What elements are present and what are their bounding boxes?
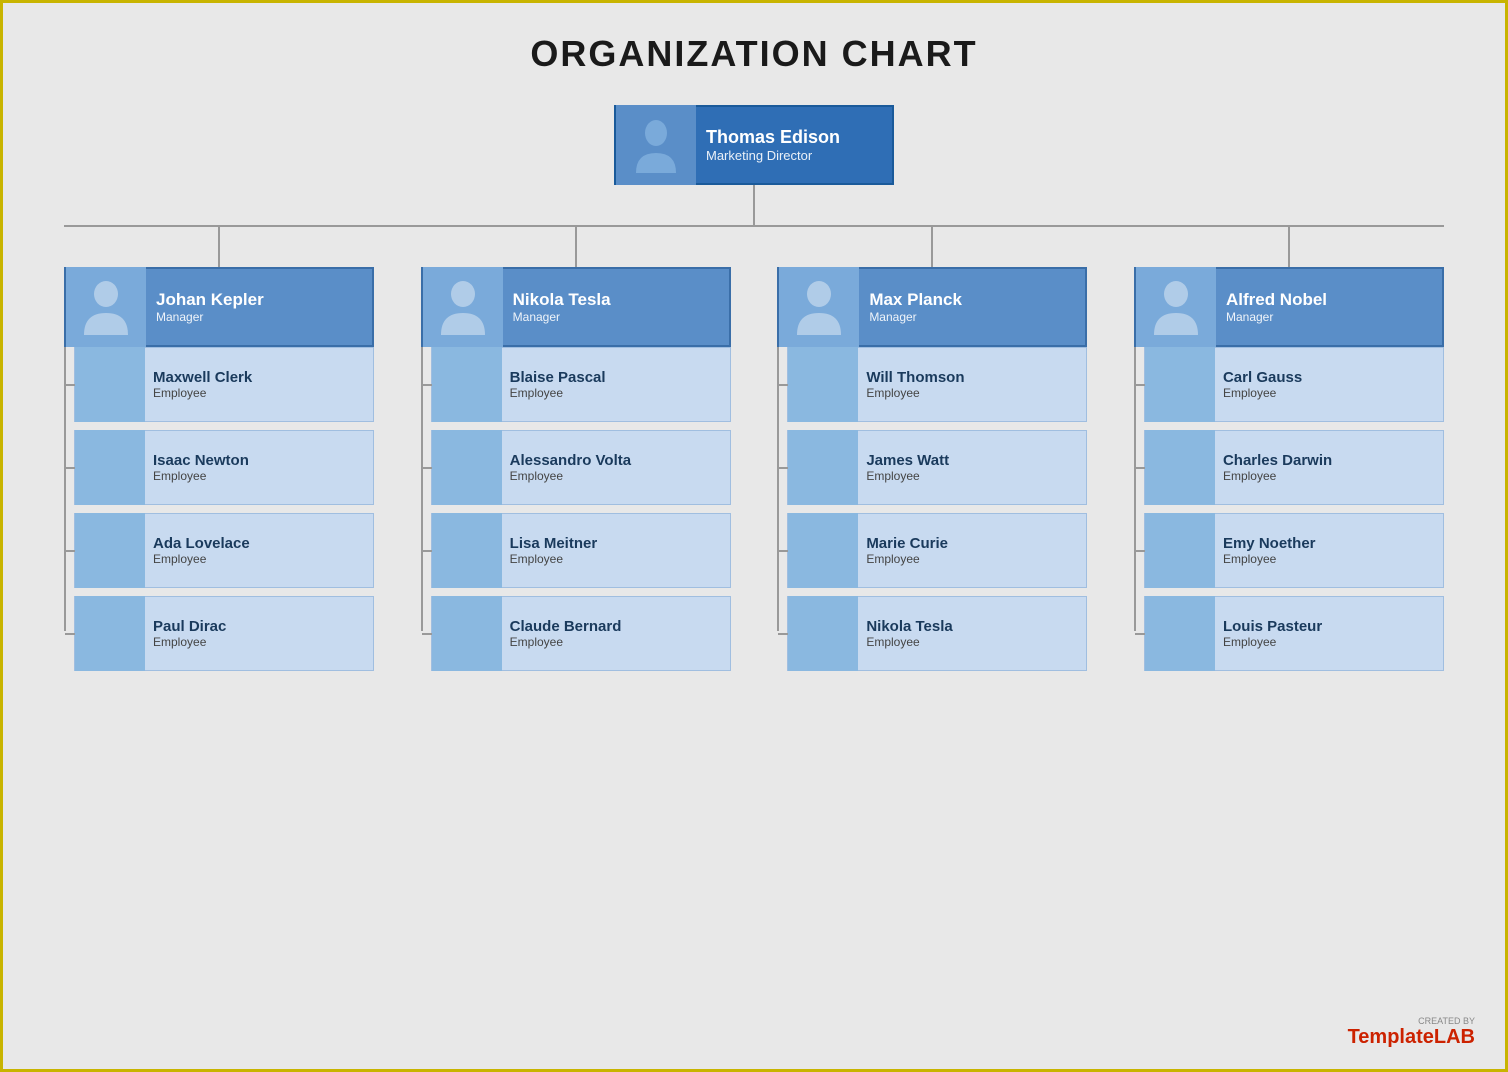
manager-avatar-2 — [779, 267, 859, 347]
emp-info-1-3: Claude Bernard Employee — [502, 613, 630, 654]
manager-col-3: Alfred Nobel Manager Carl Gauss — [1134, 227, 1444, 671]
emp-avatar-1-0 — [432, 347, 502, 422]
emp-avatar-0-1 — [75, 430, 145, 505]
brand-name: Template — [1348, 1026, 1434, 1048]
emp-avatar-0-0 — [75, 347, 145, 422]
emp-card-3-0: Carl Gauss Employee — [1144, 347, 1444, 422]
emp-avatar-2-1 — [788, 430, 858, 505]
emp-avatar-3-2 — [1145, 513, 1215, 588]
emp-info-2-3: Nikola Tesla Employee — [858, 613, 960, 654]
emp-card-3-2: Emy Noether Employee — [1144, 513, 1444, 588]
h-line — [64, 225, 1444, 227]
manager-role-3: Manager — [1226, 310, 1327, 324]
manager-name-0: Johan Kepler — [156, 290, 264, 310]
watermark-brand: TemplateLAB — [1348, 1026, 1475, 1048]
emp-card-0-0: Maxwell Clerk Employee — [74, 347, 374, 422]
emp-card-0-3: Paul Dirac Employee — [74, 596, 374, 671]
page-title: ORGANIZATION CHART — [43, 33, 1465, 75]
emp-avatar-0-3 — [75, 596, 145, 671]
manager-card-2: Max Planck Manager — [777, 267, 1087, 347]
emp-card-3-3: Louis Pasteur Employee — [1144, 596, 1444, 671]
manager-connector-1 — [575, 227, 577, 267]
emp-avatar-2-3 — [788, 596, 858, 671]
emp-col-2: Will Thomson Employee James Watt — [777, 347, 1087, 671]
managers-row: Johan Kepler Manager M — [64, 227, 1444, 671]
emp-info-1-0: Blaise Pascal Employee — [502, 364, 614, 405]
emp-avatar-2-0 — [788, 347, 858, 422]
emp-info-0-1: Isaac Newton Employee — [145, 447, 257, 488]
director-role: Marketing Director — [706, 148, 840, 163]
manager-connector-0 — [218, 227, 220, 267]
manager-role-0: Manager — [156, 310, 264, 324]
manager-name-2: Max Planck — [869, 290, 962, 310]
emp-info-3-2: Emy Noether Employee — [1215, 530, 1324, 571]
emp-info-0-0: Maxwell Clerk Employee — [145, 364, 260, 405]
emp-avatar-1-1 — [432, 430, 502, 505]
manager-card-3: Alfred Nobel Manager — [1134, 267, 1444, 347]
emp-info-1-2: Lisa Meitner Employee — [502, 530, 606, 571]
manager-card-0: Johan Kepler Manager — [64, 267, 374, 347]
emp-avatar-2-2 — [788, 513, 858, 588]
manager-name-3: Alfred Nobel — [1226, 290, 1327, 310]
emp-card-2-1: James Watt Employee — [787, 430, 1087, 505]
emp-col-0: Maxwell Clerk Employee Isaac Newto — [64, 347, 374, 671]
manager-col-2: Max Planck Manager Will Thomson — [777, 227, 1087, 671]
emp-avatar-3-0 — [1145, 347, 1215, 422]
manager-col-1: Nikola Tesla Manager Blaise Pas — [421, 227, 731, 671]
emp-card-1-0: Blaise Pascal Employee — [431, 347, 731, 422]
manager-info-2: Max Planck Manager — [859, 284, 972, 330]
emp-info-2-2: Marie Curie Employee — [858, 530, 956, 571]
watermark-created: CREATED BY — [1348, 1016, 1475, 1026]
emp-col-1: Blaise Pascal Employee Alessandro — [421, 347, 731, 671]
manager-info-0: Johan Kepler Manager — [146, 284, 274, 330]
manager-name-1: Nikola Tesla — [513, 290, 611, 310]
manager-connector-3 — [1288, 227, 1290, 267]
emp-info-2-1: James Watt Employee — [858, 447, 957, 488]
emp-info-2-0: Will Thomson Employee — [858, 364, 972, 405]
emp-card-2-0: Will Thomson Employee — [787, 347, 1087, 422]
manager-connector-2 — [931, 227, 933, 267]
manager-card-1: Nikola Tesla Manager — [421, 267, 731, 347]
watermark: CREATED BY TemplateLAB — [1348, 1016, 1475, 1049]
director-name: Thomas Edison — [706, 127, 840, 148]
emp-card-3-1: Charles Darwin Employee — [1144, 430, 1444, 505]
emp-card-2-2: Marie Curie Employee — [787, 513, 1087, 588]
emp-info-0-2: Ada Lovelace Employee — [145, 530, 258, 571]
emp-card-1-2: Lisa Meitner Employee — [431, 513, 731, 588]
emp-avatar-3-3 — [1145, 596, 1215, 671]
emp-info-3-0: Carl Gauss Employee — [1215, 364, 1310, 405]
emp-card-1-3: Claude Bernard Employee — [431, 596, 731, 671]
brand-highlight: LAB — [1434, 1026, 1475, 1048]
manager-role-1: Manager — [513, 310, 611, 324]
director-card: Thomas Edison Marketing Director — [614, 105, 894, 185]
director-avatar — [616, 105, 696, 185]
emp-avatar-1-2 — [432, 513, 502, 588]
emp-card-0-2: Ada Lovelace Employee — [74, 513, 374, 588]
emp-info-0-3: Paul Dirac Employee — [145, 613, 234, 654]
manager-avatar-0 — [66, 267, 146, 347]
org-chart: Thomas Edison Marketing Director — [43, 105, 1465, 671]
manager-info-1: Nikola Tesla Manager — [503, 284, 621, 330]
emp-avatar-1-3 — [432, 596, 502, 671]
emp-avatar-3-1 — [1145, 430, 1215, 505]
emp-info-3-1: Charles Darwin Employee — [1215, 447, 1340, 488]
director-info: Thomas Edison Marketing Director — [696, 121, 850, 169]
emp-avatar-0-2 — [75, 513, 145, 588]
emp-col-3: Carl Gauss Employee Charles Darwin — [1134, 347, 1444, 671]
emp-card-1-1: Alessandro Volta Employee — [431, 430, 731, 505]
emp-info-1-1: Alessandro Volta Employee — [502, 447, 639, 488]
manager-avatar-1 — [423, 267, 503, 347]
manager-avatar-3 — [1136, 267, 1216, 347]
emp-card-2-3: Nikola Tesla Employee — [787, 596, 1087, 671]
manager-role-2: Manager — [869, 310, 962, 324]
manager-col-0: Johan Kepler Manager M — [64, 227, 374, 671]
emp-card-0-1: Isaac Newton Employee — [74, 430, 374, 505]
director-connector — [753, 185, 755, 225]
manager-info-3: Alfred Nobel Manager — [1216, 284, 1337, 330]
emp-info-3-3: Louis Pasteur Employee — [1215, 613, 1330, 654]
